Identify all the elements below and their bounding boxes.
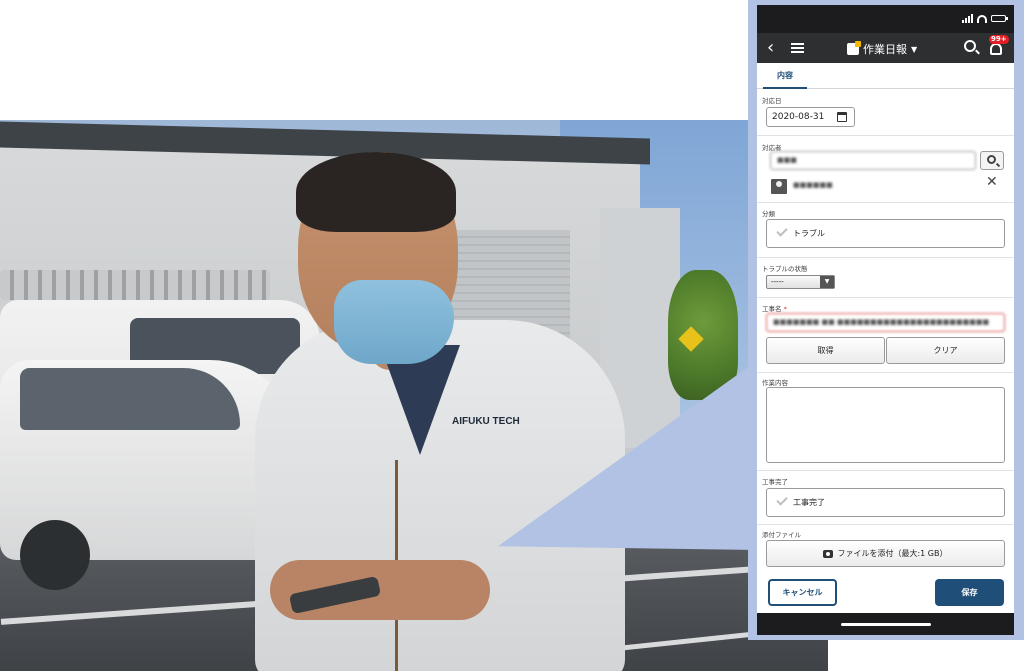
- work-complete-option: 工事完了: [793, 498, 825, 507]
- work-content-label: 作業内容: [762, 379, 788, 387]
- project-name-input[interactable]: ■■■■■■■ ■■ ■■■■■■■■■■■■■■■■■■■■■■■: [766, 313, 1005, 332]
- save-button[interactable]: 保存: [935, 579, 1004, 606]
- calendar-icon[interactable]: [837, 112, 847, 122]
- check-icon: [776, 494, 788, 506]
- photo-tree: [668, 270, 738, 400]
- work-complete-label: 工事完了: [762, 478, 788, 486]
- attachment-label: 添付ファイル: [762, 531, 801, 539]
- date-value: 2020-08-31: [772, 112, 825, 122]
- work-complete-checkbox[interactable]: 工事完了: [766, 488, 1005, 517]
- wifi-icon: [977, 14, 987, 23]
- attach-file-label: ファイルを添付（最大:1 GB）: [837, 549, 948, 558]
- required-mark: *: [783, 305, 787, 313]
- section-project-name: 工事名 * ■■■■■■■ ■■ ■■■■■■■■■■■■■■■■■■■■■■■…: [757, 298, 1014, 373]
- section-work-complete: 工事完了 工事完了: [757, 471, 1014, 525]
- status-bar: [757, 5, 1014, 33]
- clear-button[interactable]: クリア: [886, 337, 1005, 364]
- section-attachment: 添付ファイル ファイルを添付（最大:1 GB）: [757, 525, 1014, 571]
- back-icon[interactable]: ‹: [767, 37, 774, 58]
- menu-icon[interactable]: [791, 43, 804, 53]
- close-icon[interactable]: ✕: [986, 174, 998, 190]
- tab-bar: 内容: [757, 63, 1014, 89]
- chevron-down-icon: ▼: [820, 276, 834, 288]
- project-name-label: 工事名 *: [762, 303, 787, 313]
- daily-report-icon: [847, 41, 861, 55]
- photo-car-wheel: [20, 520, 90, 590]
- photo-worker-mask: [334, 280, 454, 364]
- app-title-dropdown[interactable]: 作業日報 ▼: [847, 41, 917, 57]
- search-icon[interactable]: [964, 40, 976, 52]
- user-icon: [771, 179, 787, 194]
- photo-van-ladder: [0, 270, 270, 300]
- work-content-textarea[interactable]: [766, 387, 1005, 463]
- home-indicator[interactable]: [841, 623, 931, 626]
- photo-worker-hair: [296, 152, 456, 232]
- assignee-user-name: ■■■■■■: [793, 181, 833, 189]
- search-icon: [987, 155, 996, 164]
- cancel-button[interactable]: キャンセル: [768, 579, 837, 606]
- battery-icon: [991, 15, 1008, 22]
- photo-car-window: [20, 368, 240, 430]
- category-option: トラブル: [793, 229, 825, 238]
- notification-badge: 99+: [989, 35, 1009, 44]
- project-name-label-text: 工事名: [762, 305, 782, 313]
- chevron-down-icon: ▼: [911, 44, 918, 54]
- section-category: 分類 トラブル: [757, 203, 1014, 258]
- status-icons: [962, 14, 1008, 23]
- category-checkbox-trouble[interactable]: トラブル: [766, 219, 1005, 248]
- section-work-content: 作業内容: [757, 373, 1014, 471]
- jacket-brand-text: AIFUKU TECH: [452, 416, 520, 427]
- app-title: 作業日報: [863, 43, 907, 56]
- trouble-status-select[interactable]: ----- ▼: [766, 275, 835, 289]
- trouble-status-value: -----: [771, 278, 784, 286]
- home-bar: [757, 613, 1014, 635]
- attach-file-button[interactable]: ファイルを添付（最大:1 GB）: [766, 540, 1005, 567]
- app-bar: ‹ 作業日報 ▼ 99+: [757, 33, 1014, 63]
- category-label: 分類: [762, 210, 775, 218]
- check-icon: [776, 225, 788, 237]
- date-label: 対応日: [762, 97, 782, 105]
- section-trouble-status: トラブルの状態 ----- ▼: [757, 258, 1014, 298]
- trouble-status-label: トラブルの状態: [762, 265, 808, 273]
- signal-icon: [962, 14, 973, 23]
- assignee-search-button[interactable]: [980, 151, 1004, 170]
- hero-photo: AIFUKU TECH: [0, 120, 828, 671]
- bell-icon[interactable]: [990, 43, 1002, 55]
- fetch-button[interactable]: 取得: [766, 337, 885, 364]
- assignee-input[interactable]: ■■■: [770, 151, 976, 170]
- camera-icon: [823, 549, 834, 558]
- date-field[interactable]: 2020-08-31: [766, 107, 855, 127]
- tab-content[interactable]: 内容: [763, 63, 807, 89]
- section-date: 対応日 2020-08-31: [757, 89, 1014, 136]
- section-assignee: 対応者 ■■■ ■■■■■■ ✕: [757, 136, 1014, 203]
- phone-screen: ‹ 作業日報 ▼ 99+ 内容 対応日 2020-08-31 対応者 ■■■ ■…: [757, 5, 1014, 635]
